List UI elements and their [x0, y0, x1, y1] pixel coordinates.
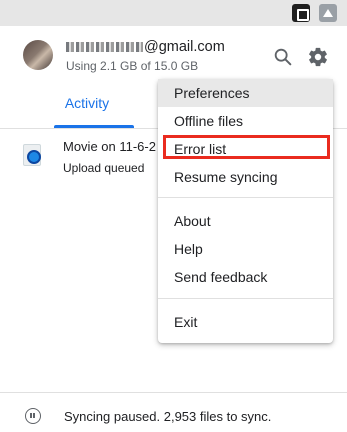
pause-icon	[25, 408, 41, 424]
search-button[interactable]	[272, 46, 294, 68]
video-file-icon	[23, 144, 41, 166]
settings-menu: Preferences Offline files Error list Res…	[158, 79, 333, 343]
menu-item-help[interactable]: Help	[158, 235, 333, 263]
avatar[interactable]	[23, 40, 53, 70]
menu-item-exit[interactable]: Exit	[158, 308, 333, 336]
tray-app-icon[interactable]	[292, 4, 310, 22]
menu-item-preferences[interactable]: Preferences	[158, 79, 333, 107]
activity-file-name: Movie on 11-6-2	[63, 139, 156, 154]
settings-button[interactable]	[307, 46, 329, 68]
footer-divider	[0, 392, 347, 393]
drive-tray-icon[interactable]	[319, 4, 337, 22]
storage-usage: Using 2.1 GB of 15.0 GB	[66, 59, 199, 73]
account-email: @gmail.com	[66, 39, 225, 55]
search-icon	[274, 48, 292, 66]
menu-separator	[158, 298, 333, 299]
menu-item-offline-files[interactable]: Offline files	[158, 107, 333, 135]
menu-item-error-list[interactable]: Error list	[158, 135, 333, 163]
activity-file-status: Upload queued	[63, 161, 145, 175]
menu-item-send-feedback[interactable]: Send feedback	[158, 263, 333, 291]
menu-item-resume-syncing[interactable]: Resume syncing	[158, 163, 333, 191]
tab-activity[interactable]: Activity	[44, 91, 130, 128]
gear-icon	[309, 47, 327, 67]
system-menu-bar	[0, 0, 347, 26]
sync-status: Syncing paused. 2,953 files to sync.	[64, 409, 272, 424]
redacted-email-prefix	[66, 42, 143, 53]
menu-item-about[interactable]: About	[158, 207, 333, 235]
menu-separator	[158, 197, 333, 198]
